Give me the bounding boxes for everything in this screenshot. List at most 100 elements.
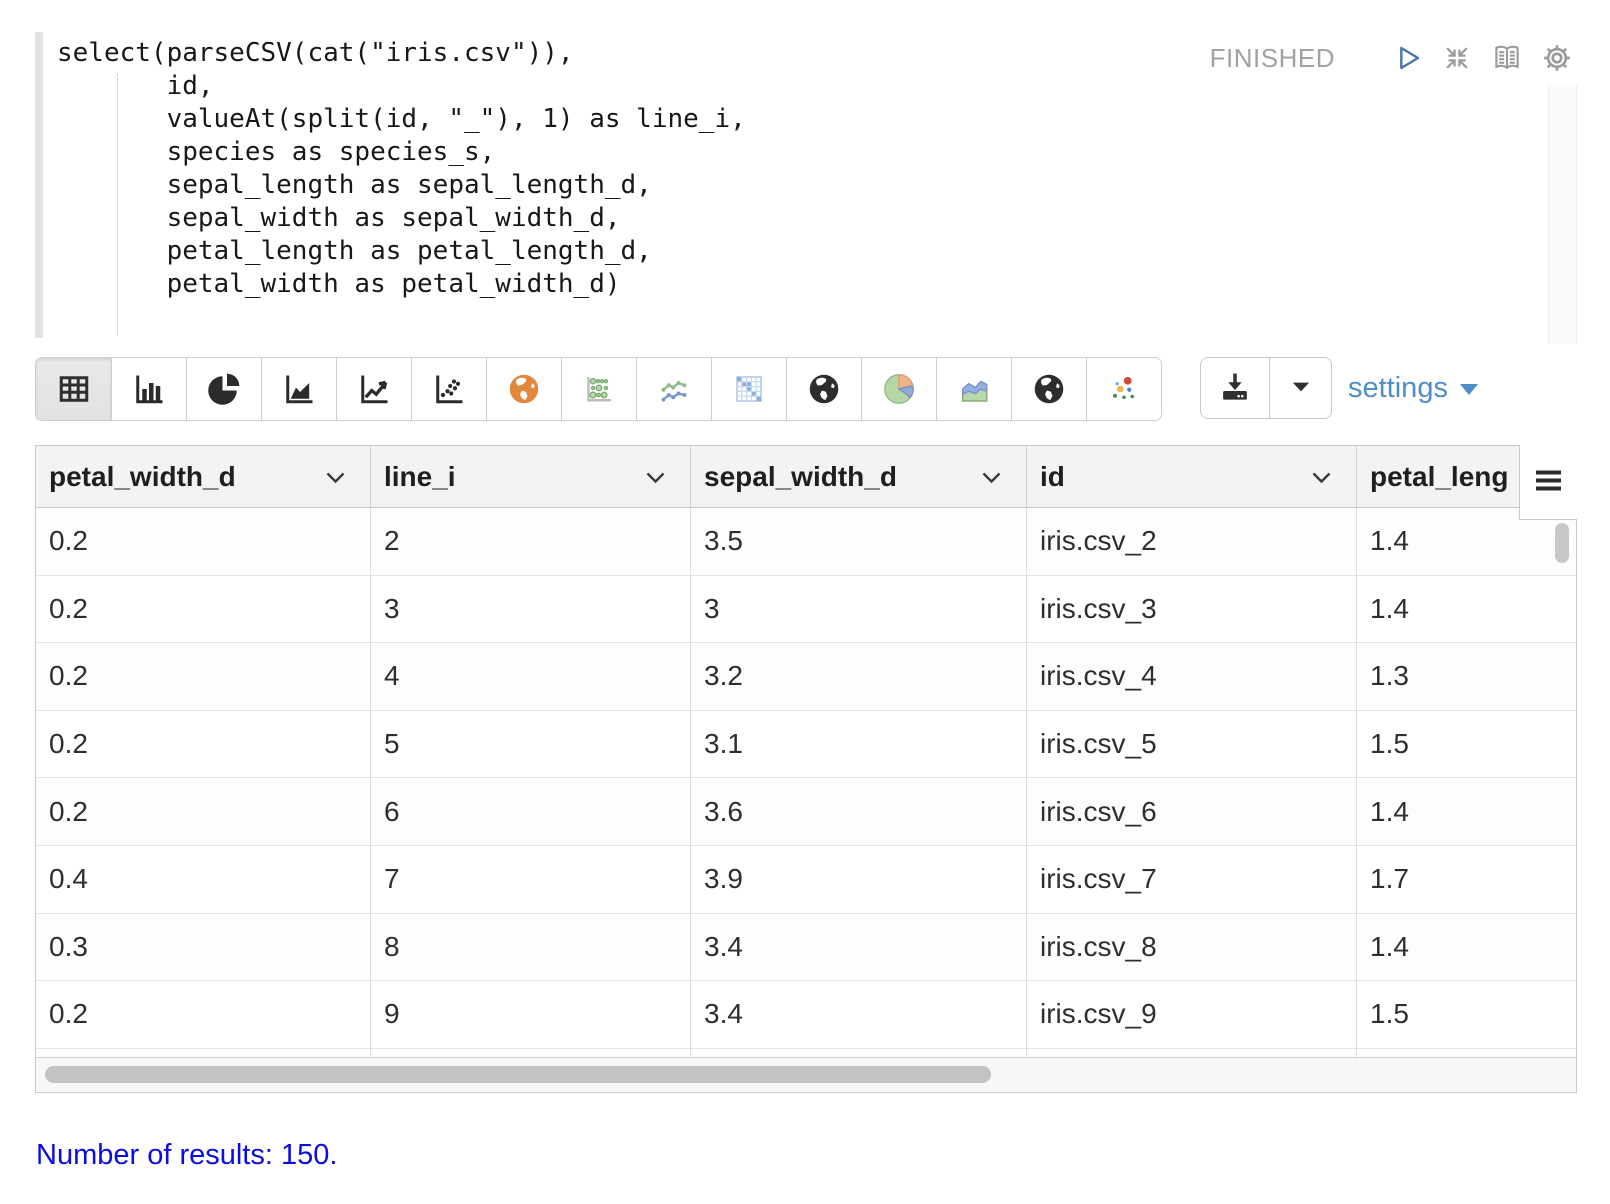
table-cell: 3.2: [691, 643, 1027, 710]
code-editor[interactable]: select(parseCSV(cat("iris.csv")), id, va…: [35, 30, 1577, 342]
compress-icon: [1441, 42, 1473, 74]
table-cell: 3.4: [691, 981, 1027, 1048]
viz-button-bar-chart[interactable]: [111, 358, 186, 420]
table-cell: [36, 1049, 371, 1057]
table-cell: 0.2: [36, 508, 371, 575]
status-badge: FINISHED: [1210, 43, 1335, 74]
column-header-sepal_width_d[interactable]: sepal_width_d: [691, 446, 1027, 507]
paragraph-settings-button[interactable]: [1541, 42, 1573, 74]
table-cell: 0.2: [36, 981, 371, 1048]
table-row: 0.233iris.csv_31.4: [36, 576, 1576, 644]
viz-button-bubble-scatter[interactable]: [1086, 358, 1161, 420]
viz-button-scatter-plot[interactable]: [411, 358, 486, 420]
table-cell: 1.4: [1357, 576, 1576, 643]
hamburger-icon: [1534, 469, 1563, 492]
table-cell: iris.csv_7: [1027, 846, 1357, 913]
table-cell: 1.7: [1357, 846, 1576, 913]
table-cell: 6: [371, 778, 691, 845]
download-split-button: [1200, 357, 1332, 419]
indent-guide: [117, 74, 118, 336]
code-line: petal_length as petal_length_d,: [57, 235, 746, 268]
table-cell: [371, 1049, 691, 1057]
table-cell: 0.2: [36, 778, 371, 845]
editor-scrollbar-track[interactable]: [1548, 85, 1577, 344]
table-cell: 1.4: [1357, 778, 1576, 845]
table-body: 0.223.5iris.csv_21.40.233iris.csv_31.40.…: [36, 508, 1576, 1057]
settings-toggle[interactable]: settings: [1348, 357, 1478, 419]
horizontal-scrollbar-thumb[interactable]: [45, 1066, 991, 1083]
download-icon: [1216, 368, 1254, 409]
scatter-matrix-icon: [581, 371, 617, 407]
viz-button-table-view[interactable]: [36, 358, 111, 420]
code-line: select(parseCSV(cat("iris.csv")),: [57, 37, 746, 70]
table-cell: 0.2: [36, 643, 371, 710]
table-cell: 3.9: [691, 846, 1027, 913]
hamburger-icon: [1534, 469, 1563, 495]
viz-button-map-viz[interactable]: [486, 358, 561, 420]
viz-button-globe-viz-1[interactable]: [786, 358, 861, 420]
table-cell: 3.5: [691, 508, 1027, 575]
grid-menu-button[interactable]: [1519, 445, 1577, 520]
column-header-label: petal_leng: [1370, 461, 1508, 493]
show-editor-button[interactable]: [1490, 42, 1524, 74]
viz-button-area-chart[interactable]: [261, 358, 336, 420]
code-line: sepal_width as sepal_width_d,: [57, 202, 746, 235]
column-header-petal_width_d[interactable]: petal_width_d: [36, 446, 371, 507]
table-cell: 3: [691, 576, 1027, 643]
table-cell: 3: [371, 576, 691, 643]
table-cell: 5: [371, 711, 691, 778]
code-line: id,: [57, 70, 746, 103]
viz-button-line-chart[interactable]: [336, 358, 411, 420]
chevron-down-icon[interactable]: [981, 471, 1002, 484]
code-text[interactable]: select(parseCSV(cat("iris.csv")), id, va…: [57, 37, 746, 301]
run-button[interactable]: [1392, 42, 1424, 74]
column-header-line_i[interactable]: line_i: [371, 446, 691, 507]
download-options-button[interactable]: [1270, 357, 1332, 419]
column-header-id[interactable]: id: [1027, 446, 1357, 507]
table-cell: 0.3: [36, 914, 371, 981]
table-row: 0.473.9iris.csv_71.7: [36, 846, 1576, 914]
globe-dark-icon: [806, 371, 842, 407]
caret-down-icon: [1460, 384, 1478, 395]
collapse-output-button[interactable]: [1441, 42, 1473, 74]
column-header-label: id: [1040, 461, 1065, 493]
column-header-label: sepal_width_d: [704, 461, 897, 493]
viz-button-scatter-matrix[interactable]: [561, 358, 636, 420]
viz-button-pie-chart[interactable]: [186, 358, 261, 420]
caret-down-icon: [1288, 374, 1314, 400]
multi-line-chart-icon: [656, 371, 692, 407]
download-button[interactable]: [1200, 357, 1270, 419]
chevron-down-icon[interactable]: [1311, 471, 1332, 484]
viz-button-globe-viz-2[interactable]: [1011, 358, 1086, 420]
table-cell: 2: [371, 508, 691, 575]
table-cell: iris.csv_5: [1027, 711, 1357, 778]
vertical-scrollbar-thumb[interactable]: [1555, 523, 1569, 563]
table-row: 0.293.4iris.csv_91.5: [36, 981, 1576, 1049]
table-row-clipped: [36, 1049, 1576, 1057]
editor-gutter: [35, 32, 43, 338]
area-color-icon: [956, 371, 992, 407]
table-cell: 8: [371, 914, 691, 981]
viz-button-stream-chart[interactable]: [936, 358, 1011, 420]
viz-button-heatmap[interactable]: [711, 358, 786, 420]
column-header-label: petal_width_d: [49, 461, 236, 493]
viz-button-multi-line-chart[interactable]: [636, 358, 711, 420]
visualization-toolbar: [35, 357, 1162, 421]
table-row: 0.263.6iris.csv_61.4: [36, 778, 1576, 846]
table-cell: 7: [371, 846, 691, 913]
pie-color-icon: [881, 371, 917, 407]
chevron-down-icon[interactable]: [645, 471, 666, 484]
code-line: petal_width as petal_width_d): [57, 268, 746, 301]
area-chart-icon: [281, 371, 317, 407]
line-chart-icon: [356, 371, 392, 407]
gear-icon: [1541, 42, 1573, 74]
table-cell: iris.csv_2: [1027, 508, 1357, 575]
table-cell: iris.csv_9: [1027, 981, 1357, 1048]
horizontal-scrollbar-track[interactable]: [36, 1057, 1576, 1091]
table-cell: iris.csv_8: [1027, 914, 1357, 981]
chevron-down-icon[interactable]: [325, 471, 346, 484]
table-cell: 1.5: [1357, 711, 1576, 778]
viz-button-pie-color-viz[interactable]: [861, 358, 936, 420]
table-cell: 3.6: [691, 778, 1027, 845]
table-cell: 3.1: [691, 711, 1027, 778]
